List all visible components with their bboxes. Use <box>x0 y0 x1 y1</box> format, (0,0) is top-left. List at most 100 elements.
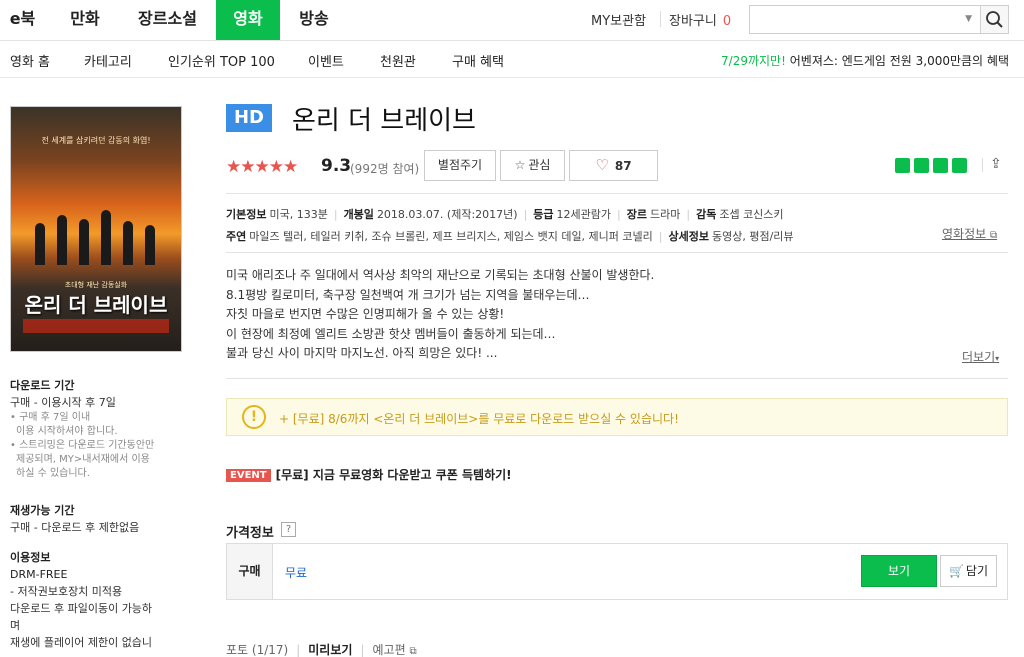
poster-tagline: 전 세계를 삼키려던 감동의 화염! <box>41 136 151 145</box>
download-note: 제공되며, MY>내서재에서 이용 <box>16 454 150 465</box>
free-notice: ! + [무료] 8/6까지 <온리 더 브레이브>를 무료로 다운로드 받으실… <box>226 398 1008 436</box>
usage-line: 재생에 플레이어 제한이 없습니 <box>10 636 153 649</box>
my-library-link[interactable]: MY보관함 <box>591 10 646 29</box>
interest-label: 관심 <box>528 158 551 172</box>
cast-info-row: 주연 마일즈 텔러, 테일러 키취, 조슈 브롤린, 제프 브리지스, 제임스 뱃… <box>226 230 794 243</box>
tab-ebook[interactable]: e북 <box>0 0 45 40</box>
subnav-benefit[interactable]: 구매 혜택 <box>452 51 504 70</box>
download-note: • 구매 후 7일 이내 <box>10 412 91 423</box>
tab-comic[interactable]: 만화 <box>55 0 115 40</box>
view-button[interactable]: 보기 <box>861 555 937 587</box>
basic-value: 미국, 133분 <box>269 208 328 221</box>
poster-strip <box>23 319 169 333</box>
cast-label: 주연 <box>226 230 247 243</box>
download-value: 구매 - 이용시작 후 7일 <box>10 396 116 409</box>
cast-value[interactable]: 마일즈 텔러, 테일러 키취, 조슈 브롤린, 제프 브리지스, 제임스 뱃지 … <box>249 230 653 243</box>
subnav-category[interactable]: 카테고리 <box>84 51 132 70</box>
more-link[interactable]: 더보기▾ <box>962 348 999 365</box>
interest-button[interactable]: ☆ 관심 <box>500 150 565 181</box>
replay-period: 재생가능 기간 구매 - 다운로드 후 제한없음 <box>10 502 139 536</box>
search-button[interactable] <box>980 5 1009 34</box>
heart-icon: ♡ <box>595 156 609 174</box>
cart-icon: 🛒 <box>948 564 964 578</box>
tab-movie[interactable]: 영화 <box>216 0 280 40</box>
detail-label: 상세정보 <box>668 230 709 243</box>
drm-label: DRM-FREE <box>10 568 68 581</box>
synopsis-line: 8.1평방 킬로미터, 축구장 일천백여 개 크기가 넘는 지역을 불태우는데… <box>226 287 590 302</box>
rating-count: (992명 참여) <box>350 162 420 176</box>
like-button[interactable]: ♡ 87 <box>569 150 658 181</box>
hd-badge: HD <box>226 104 272 132</box>
top-nav: e북 만화 장르소설 영화 방송 MY보관함 장바구니 0 ▼ <box>0 0 1024 41</box>
subnav-top100[interactable]: 인기순위 TOP 100 <box>168 51 275 70</box>
download-period: 다운로드 기간 구매 - 이용시작 후 7일 • 구매 후 7일 이내 이용 시… <box>10 377 154 481</box>
synopsis-line: 불과 당신 사이 마지막 마지노선. 아직 희망은 있다! ... <box>226 346 498 360</box>
warning-icon: ! <box>242 405 266 429</box>
notice-text: + [무료] 8/6까지 <온리 더 브레이브>를 무료로 다운로드 받으실 수… <box>279 412 679 426</box>
divider <box>226 252 1008 253</box>
like-count: 87 <box>614 159 632 173</box>
tab-photos[interactable]: 포토 (1/17) <box>226 643 288 657</box>
promo-text: 어벤져스: 엔드게임 전원 3,000만큼의 혜택 <box>785 54 1009 68</box>
add-to-cart-button[interactable]: 🛒 담기 <box>940 555 997 587</box>
search-input[interactable]: ▼ <box>749 5 981 34</box>
download-heading: 다운로드 기간 <box>10 379 75 392</box>
cart-link[interactable]: 장바구니 0 <box>669 10 731 29</box>
event-text: [무료] 지금 무료영화 다운받고 쿠폰 득템하기! <box>275 468 512 482</box>
basic-info-row: 기본정보 미국, 133분 | 개봉일 2018.03.07. (제작:2017년) | 등… <box>226 208 784 221</box>
help-icon[interactable]: ? <box>281 522 296 537</box>
cart-count: 0 <box>722 14 732 29</box>
replay-heading: 재생가능 기간 <box>10 504 75 517</box>
rate-button[interactable]: 별점주기 <box>424 150 496 181</box>
usage-line: 며 <box>10 619 21 632</box>
director-label: 감독 <box>696 208 717 221</box>
detail-value[interactable]: 동영상, 평점/리뷰 <box>712 230 794 243</box>
tab-genre-novel[interactable]: 장르소설 <box>125 0 210 40</box>
price-box: 구매 무료 보기 🛒 담기 <box>226 543 1008 600</box>
price-heading: 가격정보 <box>226 526 274 541</box>
genre-value[interactable]: 드라마 <box>650 208 680 221</box>
chevron-down-icon: ▾ <box>995 354 1000 363</box>
grade-value: 12세관람가 <box>556 208 612 221</box>
chevron-down-icon[interactable]: ▼ <box>965 14 972 24</box>
movie-info-link[interactable]: 영화정보 ⧉ <box>942 225 997 242</box>
divider <box>660 11 661 27</box>
divider <box>226 193 1008 194</box>
grade-label: 등급 <box>533 208 554 221</box>
cart-label: 장바구니 <box>669 14 717 29</box>
band-share-icon[interactable] <box>952 158 967 173</box>
media-tabs: 포토 (1/17) | 미리보기 | 예고편 ⧉ <box>226 643 417 657</box>
external-link-icon: ⧉ <box>409 646 417 657</box>
tab-trailer[interactable]: 예고편 <box>372 643 405 657</box>
tab-preview[interactable]: 미리보기 <box>308 643 352 657</box>
synopsis-line: 미국 애리조나 주 일대에서 역사상 최악의 재난으로 기록되는 초대형 산불이… <box>226 268 655 282</box>
subnav-1000won[interactable]: 천원관 <box>380 51 416 70</box>
subnav-event[interactable]: 이벤트 <box>308 51 344 70</box>
movie-poster[interactable]: 전 세계를 삼키려던 감동의 화염! 초대형 재난 감동실화 온리 더 브레이브 <box>10 106 182 352</box>
synopsis-line: 이 현장에 최정예 엘리트 소방관 핫샷 멤버들이 출동하게 되는데… <box>226 326 556 341</box>
download-note: 하실 수 있습니다. <box>16 468 90 479</box>
usage-line: 다운로드 후 파일이동이 가능하 <box>10 602 153 615</box>
promo-banner[interactable]: 7/29까지만! 어벤져스: 엔드게임 전원 3,000만큼의 혜택 <box>721 52 1009 69</box>
usage-info: 이용정보 DRM-FREE - 저작권보호장치 미적용 다운로드 후 파일이동이… <box>10 549 152 651</box>
rating-score: 9.3 <box>321 156 352 176</box>
poster-figures <box>25 205 165 265</box>
genre-label: 장르 <box>626 208 647 221</box>
synopsis: 미국 애리조나 주 일대에서 역사상 최악의 재난으로 기록되는 초대형 산불이… <box>226 266 926 364</box>
sub-nav: 영화 홈 카테고리 인기순위 TOP 100 이벤트 천원관 구매 혜택 7/2… <box>0 41 1024 78</box>
event-tag: EVENT <box>226 469 271 482</box>
blog-share-icon[interactable] <box>895 158 910 173</box>
download-note: • 스트리밍은 다운로드 기간동안만 <box>10 440 155 451</box>
star-outline-icon: ☆ <box>514 158 526 172</box>
replay-value: 구매 - 다운로드 후 제한없음 <box>10 521 140 534</box>
page-title: 온리 더 브레이브 <box>292 106 476 136</box>
subnav-movie-home[interactable]: 영화 홈 <box>10 51 50 70</box>
director-value[interactable]: 조셉 코신스키 <box>719 208 783 221</box>
tab-broadcast[interactable]: 방송 <box>284 0 344 40</box>
cafe-share-icon[interactable] <box>914 158 929 173</box>
buy-label: 구매 <box>227 544 273 599</box>
star-share-icon[interactable] <box>933 158 948 173</box>
divider <box>982 158 983 172</box>
share-icon[interactable]: ⇪ <box>990 156 1002 172</box>
event-banner[interactable]: EVENT [무료] 지금 무료영화 다운받고 쿠폰 득템하기! <box>226 466 512 483</box>
